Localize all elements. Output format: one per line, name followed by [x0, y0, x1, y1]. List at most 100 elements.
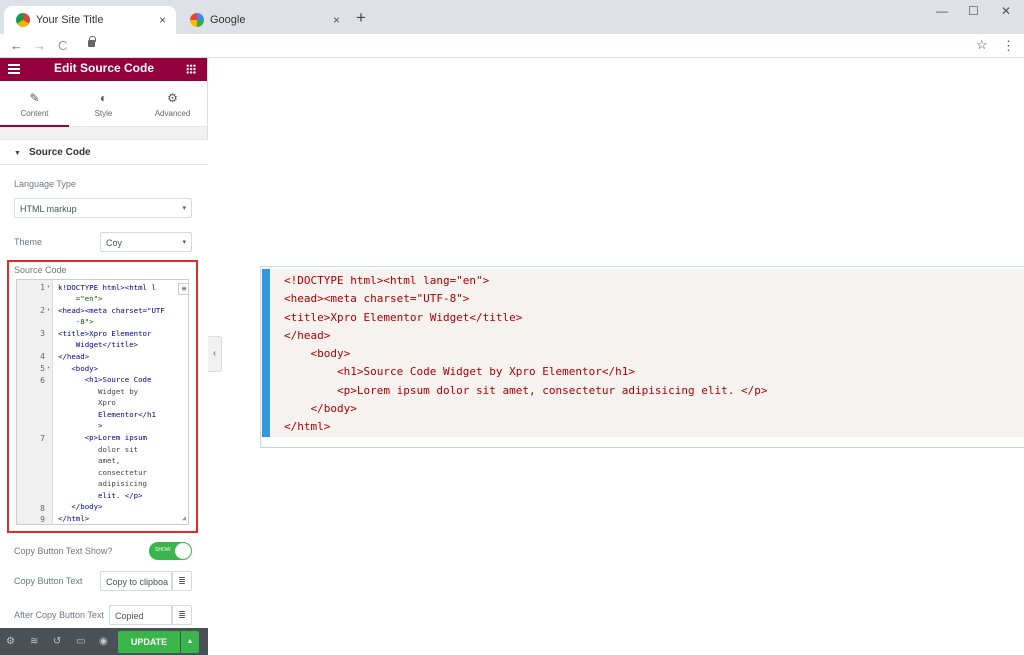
new-tab-button[interactable]: +	[356, 8, 366, 28]
code-line: Elementor</h1	[58, 410, 156, 419]
close-window-icon[interactable]: ✕	[1001, 4, 1011, 18]
pencil-icon: ✎	[29, 91, 40, 105]
update-button[interactable]: UPDATE	[118, 631, 180, 653]
layers-icon[interactable]: ≋	[30, 636, 38, 647]
source-code-preview: <!DOCTYPE html><html lang="en"> <head><m…	[260, 266, 1024, 448]
code-line: k!DOCTYPE html><html l	[58, 283, 156, 292]
section-header-source-code[interactable]: ▼ Source Code	[0, 139, 208, 165]
copy-button-text-input[interactable]: Copy to clipboa	[100, 571, 172, 591]
clipboard-icon[interactable]: ≡	[178, 283, 188, 295]
panel-title: Edit Source Code	[53, 61, 154, 75]
code-line: Widget</title>	[58, 340, 139, 349]
editor-panel: Edit Source Code ✎ Content ◐ Style ⚙ Adv…	[0, 58, 208, 655]
after-copy-button-text-value: Copied	[115, 611, 144, 621]
chevron-down-icon: ▾	[182, 205, 186, 212]
responsive-icon[interactable]: ▭	[76, 636, 85, 647]
maximize-icon[interactable]: ☐	[968, 4, 979, 18]
tab-your-site-title[interactable]: Your Site Title ×	[4, 6, 176, 34]
tab-label: Advanced	[154, 109, 191, 118]
collapse-panel-handle[interactable]: ‹	[208, 336, 222, 372]
code-line: consectetur	[58, 468, 147, 477]
line-number: 4	[40, 352, 45, 361]
bookmark-star-icon[interactable]: ☆	[976, 37, 988, 53]
tab-title: Your Site Title	[36, 14, 104, 26]
theme-label: Theme	[14, 237, 43, 247]
preview-line: <head><meta charset="UTF-8">	[284, 292, 470, 305]
toggle-text: SHOW	[155, 547, 171, 553]
code-line: amet,	[58, 456, 121, 465]
line-number: 2	[40, 306, 45, 315]
browser-tab-bar: Your Site Title × Google × + — ☐ ✕	[0, 0, 1024, 34]
caret-down-icon: ▼	[14, 150, 21, 157]
dynamic-tags-icon[interactable]: ≣	[172, 605, 192, 625]
code-line: <head><meta charset="UTF	[58, 306, 165, 315]
fold-arrow-icon[interactable]: ▾	[47, 284, 50, 290]
tab-close-icon[interactable]: ×	[159, 13, 166, 27]
preview-line: </body>	[284, 402, 357, 415]
code-line: adipisicing	[58, 479, 147, 488]
widgets-grid-icon[interactable]	[186, 64, 196, 74]
tab-advanced[interactable]: ⚙ Advanced	[138, 81, 207, 126]
resize-handle-icon[interactable]: ◢	[182, 514, 186, 522]
reload-icon[interactable]: C	[58, 38, 67, 53]
line-number: 1	[40, 283, 45, 292]
gear-icon: ⚙	[167, 91, 178, 105]
tab-style[interactable]: ◐ Style	[69, 81, 138, 126]
back-icon[interactable]: ←	[10, 38, 23, 53]
code-line: <h1>Source Code	[58, 375, 152, 384]
line-number: 3	[40, 329, 45, 338]
copy-button-show-label: Copy Button Text Show?	[14, 546, 113, 556]
half-circle-icon: ◐	[99, 91, 108, 105]
preview-line: </html>	[284, 420, 331, 433]
chevron-down-icon: ▾	[182, 239, 186, 246]
section-title: Source Code	[28, 147, 91, 158]
code-line: <body>	[58, 364, 99, 373]
code-editor[interactable]: 1 2 3 4 5 6 7 8 9 ▾ ▾ ▾ k!DOCTYPE html><…	[16, 279, 189, 525]
fold-arrow-icon[interactable]: ▾	[47, 307, 50, 313]
code-block: <!DOCTYPE html><html lang="en"> <head><m…	[262, 269, 1024, 437]
language-type-value: HTML markup	[20, 204, 77, 214]
gear-icon[interactable]: ⚙	[6, 636, 15, 647]
panel-tabs: ✎ Content ◐ Style ⚙ Advanced	[0, 81, 207, 127]
line-number: 5	[40, 364, 45, 373]
panel-footer: ⚙ ≋ ↺ ▭ ◉ UPDATE ▲	[0, 628, 208, 655]
code-line: elit. </p>	[58, 491, 143, 500]
tab-content[interactable]: ✎ Content	[0, 81, 69, 127]
preview-line: <title>Xpro Elementor Widget</title>	[284, 311, 523, 324]
panel-body: Language Type HTML markup ▾ Theme Coy ▾ …	[0, 165, 208, 628]
tab-close-icon[interactable]: ×	[333, 13, 340, 27]
tab-google[interactable]: Google ×	[178, 6, 350, 34]
google-favicon-icon	[190, 13, 204, 27]
history-icon[interactable]: ↺	[53, 636, 61, 647]
language-type-select[interactable]: HTML markup ▾	[14, 198, 192, 218]
copy-button-show-toggle[interactable]: SHOW	[149, 542, 192, 560]
copy-button-text-label: Copy Button Text	[14, 576, 83, 586]
copy-button-text-value: Copy to clipboa	[106, 577, 169, 587]
lock-icon	[88, 36, 96, 47]
browser-toolbar: ← → C ☆ ⋮	[0, 34, 1024, 58]
code-line: Xpro	[58, 398, 116, 407]
preview-line: <!DOCTYPE html><html lang="en">	[284, 274, 490, 287]
code-line: <p>Lorem ipsum	[58, 433, 147, 442]
code-line: >	[58, 421, 103, 430]
code-line: dolor sit	[58, 445, 139, 454]
dynamic-tags-icon[interactable]: ≣	[172, 571, 192, 591]
code-line: <title>Xpro Elementor	[58, 329, 152, 338]
forward-icon[interactable]: →	[33, 38, 46, 53]
line-number: 8	[40, 504, 45, 513]
code-line: </body>	[58, 502, 103, 511]
preview-eye-icon[interactable]: ◉	[99, 636, 108, 647]
fold-arrow-icon[interactable]: ▾	[47, 365, 50, 371]
minimize-icon[interactable]: —	[936, 4, 948, 18]
code-line: </head>	[58, 352, 90, 361]
language-type-label: Language Type	[14, 179, 76, 189]
line-number: 6	[40, 376, 45, 385]
after-copy-button-text-input[interactable]: Copied	[109, 605, 172, 625]
menu-dots-icon[interactable]: ⋮	[1002, 38, 1015, 54]
line-number: 9	[40, 515, 45, 524]
preview-line: <p>Lorem ipsum dolor sit amet, consectet…	[284, 384, 768, 397]
line-number: 7	[40, 434, 45, 443]
chrome-favicon-icon	[16, 13, 30, 27]
theme-select[interactable]: Coy ▾	[100, 232, 192, 252]
update-options-icon[interactable]: ▲	[181, 631, 199, 653]
